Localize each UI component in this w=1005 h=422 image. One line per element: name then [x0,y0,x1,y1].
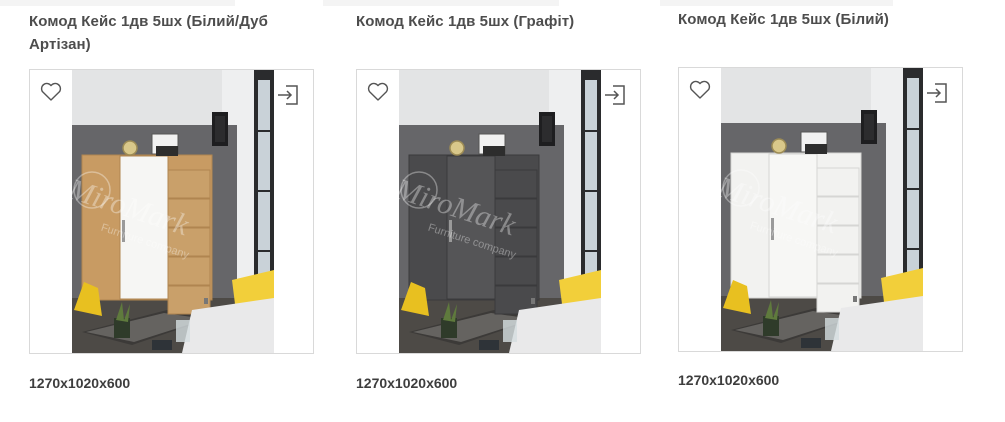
product-title[interactable]: Комод Кейс 1дв 5шх (Графіт) [356,10,626,33]
product-photo[interactable]: MiroMark Furniture company [72,70,274,353]
compare-icon[interactable] [277,84,299,106]
compare-icon[interactable] [926,82,948,104]
product-title[interactable]: Комод Кейс 1дв 5шх (Білий/Дуб Артізан) [29,10,299,56]
product-dimensions: 1270x1020x600 [678,372,780,388]
heart-icon[interactable] [40,82,62,102]
top-strip [323,0,559,6]
product-image-frame[interactable]: MiroMark Furniture company [678,67,963,352]
product-image-frame[interactable]: MiroMark Furniture company [356,69,641,354]
top-strip [660,0,893,6]
product-dimensions: 1270x1020x600 [29,375,131,391]
compare-icon[interactable] [604,84,626,106]
top-strip [0,0,235,6]
product-title[interactable]: Комод Кейс 1дв 5шх (Білий) [678,8,948,31]
product-photo[interactable]: MiroMark Furniture company [721,68,923,351]
product-image-frame[interactable]: MiroMark Furniture company [29,69,314,354]
product-dimensions: 1270x1020x600 [356,375,458,391]
heart-icon[interactable] [689,80,711,100]
product-photo[interactable]: MiroMark Furniture company [399,70,601,353]
heart-icon[interactable] [367,82,389,102]
